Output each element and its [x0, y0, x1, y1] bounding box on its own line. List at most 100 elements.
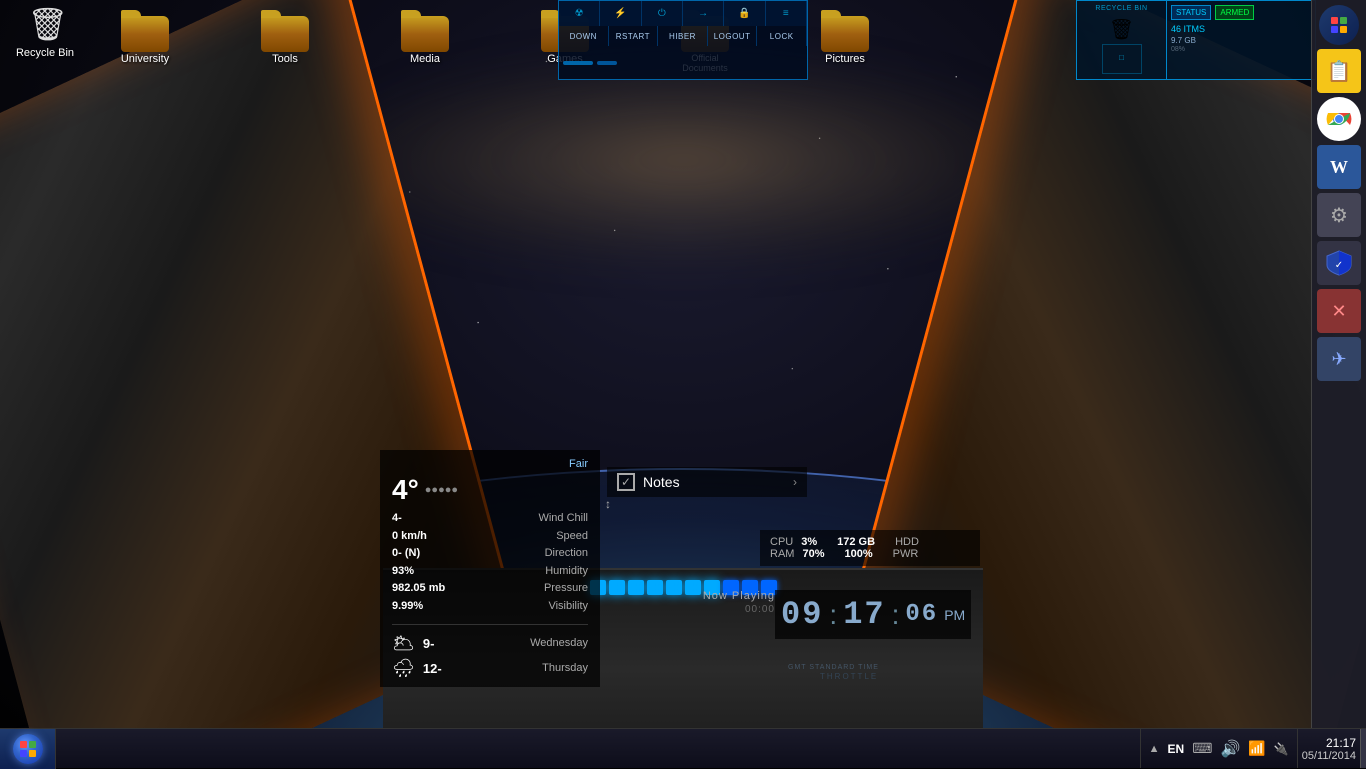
weather-pressure-label: Pressure — [544, 580, 588, 598]
folder-media-label: Media — [410, 53, 440, 65]
weather-speed-value: 0 km/h — [392, 528, 427, 546]
folder-tools[interactable]: Tools — [250, 10, 320, 73]
hud-btn-arrow[interactable]: → — [683, 1, 724, 26]
trash-icon-graphic: 🗑 — [28, 5, 63, 45]
system-clock-tray[interactable]: 21:17 05/11/2014 — [1297, 729, 1360, 768]
show-desktop-button[interactable] — [1360, 729, 1366, 768]
folder-university-icon — [121, 10, 169, 50]
sys-cpu-ram-row: CPU 3% 172 GB HDD — [770, 536, 970, 548]
hud-btn-menu[interactable]: ≡ — [766, 1, 807, 26]
weather-humidity-label: Humidity — [545, 563, 588, 581]
hud-btn-down[interactable]: DOWN — [559, 26, 609, 46]
cross-icon: ✕ — [1331, 301, 1346, 322]
wed-weather-icon: 🌥 — [392, 633, 415, 654]
cpu-label: CPU — [770, 536, 793, 548]
sys-storage-item: 172 GB — [837, 536, 875, 548]
weather-visibility-value: 9.99% — [392, 598, 423, 616]
tray-time: 21:17 — [1326, 736, 1356, 750]
system-info-widget: CPU 3% 172 GB HDD RAM 70% 100% PWR — [760, 530, 980, 566]
notes-widget[interactable]: ✓ Notes › — [607, 467, 807, 497]
status-box: STATUS — [1171, 5, 1211, 20]
folder-pictures-icon — [821, 10, 869, 50]
windows-logo-icon — [1331, 17, 1347, 33]
status-hud-top-row: STATUS ARMED — [1171, 5, 1311, 20]
weather-speed-label: Speed — [556, 528, 588, 546]
notes-arrow-indicator: ↕ — [605, 497, 611, 511]
clock-hours: 09 — [781, 596, 823, 633]
hud-btn-flash[interactable]: ⚡ — [600, 1, 641, 26]
folder-tools-icon — [261, 10, 309, 50]
cpu-value: 3% — [801, 536, 817, 548]
weather-direction-value: 0- (N) — [392, 545, 420, 563]
thu-weather-icon: 🌧 — [392, 658, 415, 679]
clock-ampm-area: PM — [944, 607, 965, 623]
hud-btn-lock[interactable]: 🔒 — [724, 1, 765, 26]
clock-sep1: : — [829, 599, 837, 631]
taskbar-windows-logo — [20, 741, 36, 757]
weather-direction-label: Direction — [545, 545, 588, 563]
hud-btn-hiber[interactable]: HIBER — [658, 26, 708, 46]
hud-btn-lock2[interactable]: LOCK — [757, 26, 807, 46]
light-seg — [609, 580, 625, 595]
sys-ram-hdd-row: RAM 70% 100% PWR — [770, 548, 970, 560]
network-icon[interactable]: 📶 — [1248, 740, 1265, 757]
hud-percent: 08% — [1171, 46, 1311, 53]
clock-timezone: GMT STANDARD TIME — [788, 664, 879, 671]
sidebar-app-compass[interactable]: ✈ — [1317, 337, 1361, 381]
sys-hdd-item: HDD — [895, 536, 919, 548]
recycle-bin-label: Recycle Bin — [16, 47, 74, 59]
clock-widget: 09 : 17 : 06 PM — [775, 590, 971, 639]
quick-launch-sidebar: 📋 W ⚙ ✓ ✕ ✈ — [1311, 0, 1366, 728]
hud-btn-radiation[interactable]: ☢ — [559, 1, 600, 26]
tray-up-arrow[interactable]: ▲ — [1149, 743, 1160, 755]
hud-btn-rstart[interactable]: RSTART — [609, 26, 659, 46]
sidebar-word-icon[interactable]: W — [1317, 145, 1361, 189]
sys-ram-item: RAM 70% — [770, 548, 824, 560]
light-seg — [628, 580, 644, 595]
weather-temp: 4° — [392, 474, 419, 506]
volume-icon[interactable]: 🔊 — [1220, 739, 1240, 759]
weather-pressure-row: 982.05 mb Pressure — [392, 580, 588, 598]
wed-day: Wednesday — [442, 637, 588, 649]
sidebar-app-cross[interactable]: ✕ — [1317, 289, 1361, 333]
weather-visibility-label: Visibility — [548, 598, 588, 616]
sys-hdd-pct-item: 100% — [844, 548, 872, 560]
clock-seconds: 06 — [905, 601, 938, 628]
folder-media[interactable]: Media — [390, 10, 460, 73]
settings-gear-icon: ⚙ — [1330, 203, 1348, 228]
sidebar-chrome-icon[interactable] — [1317, 97, 1361, 141]
svg-text:✓: ✓ — [1335, 260, 1343, 271]
compass-icon: ✈ — [1331, 349, 1346, 370]
status-hud-section: STATUS ARMED 46 ITMS 9.7 GB 08% — [1167, 1, 1315, 79]
hud-top-panel: ☢ ⚡ ⏻ → 🔒 ≡ DOWN RSTART HIBER LOGOUT LOC… — [558, 0, 808, 80]
sidebar-sticky-notes-icon[interactable]: 📋 — [1317, 49, 1361, 93]
weather-humidity-row: 93% Humidity — [392, 563, 588, 581]
clock-minutes: 17 — [843, 596, 885, 633]
sidebar-windows-logo[interactable] — [1319, 5, 1359, 45]
hdd-label: HDD — [895, 536, 919, 548]
notes-expand-arrow: › — [793, 475, 797, 489]
clock-ampm: PM — [944, 607, 965, 623]
start-button[interactable] — [0, 729, 56, 769]
lang-indicator: EN — [1168, 742, 1185, 756]
sidebar-settings-icon[interactable]: ⚙ — [1317, 193, 1361, 237]
folder-pictures-label: Pictures — [825, 53, 865, 65]
sidebar-uac-icon[interactable]: ✓ — [1317, 241, 1361, 285]
play-time: 00:00 — [655, 604, 775, 615]
notes-checkbox-icon: ✓ — [617, 473, 635, 491]
folder-university[interactable]: University — [110, 10, 180, 73]
hud-btn-logout[interactable]: LOGOUT — [708, 26, 758, 46]
wed-temp: 9- — [423, 636, 435, 651]
weather-pressure-value: 982.05 mb — [392, 580, 445, 598]
weather-humidity-value: 93% — [392, 563, 414, 581]
recycle-bin-icon[interactable]: 🗑 Recycle Bin — [10, 5, 80, 59]
folder-pictures[interactable]: Pictures — [810, 10, 880, 73]
system-hud-panel: RECYCLE BIN 🗑 □ STATUS ARMED 46 ITMS 9.7… — [1076, 0, 1316, 80]
desktop-background: 🗑 Recycle Bin University Tools Media — [0, 0, 1366, 768]
weather-visibility-row: 9.99% Visibility — [392, 598, 588, 616]
taskbar: ▲ EN ⌨ 🔊 📶 🔌 21:17 05/11/2014 — [0, 728, 1366, 768]
armed-status-box: ARMED — [1215, 5, 1254, 20]
hud-btn-power[interactable]: ⏻ — [642, 1, 683, 26]
weather-condition: Fair — [392, 458, 588, 470]
folder-media-icon — [401, 10, 449, 50]
